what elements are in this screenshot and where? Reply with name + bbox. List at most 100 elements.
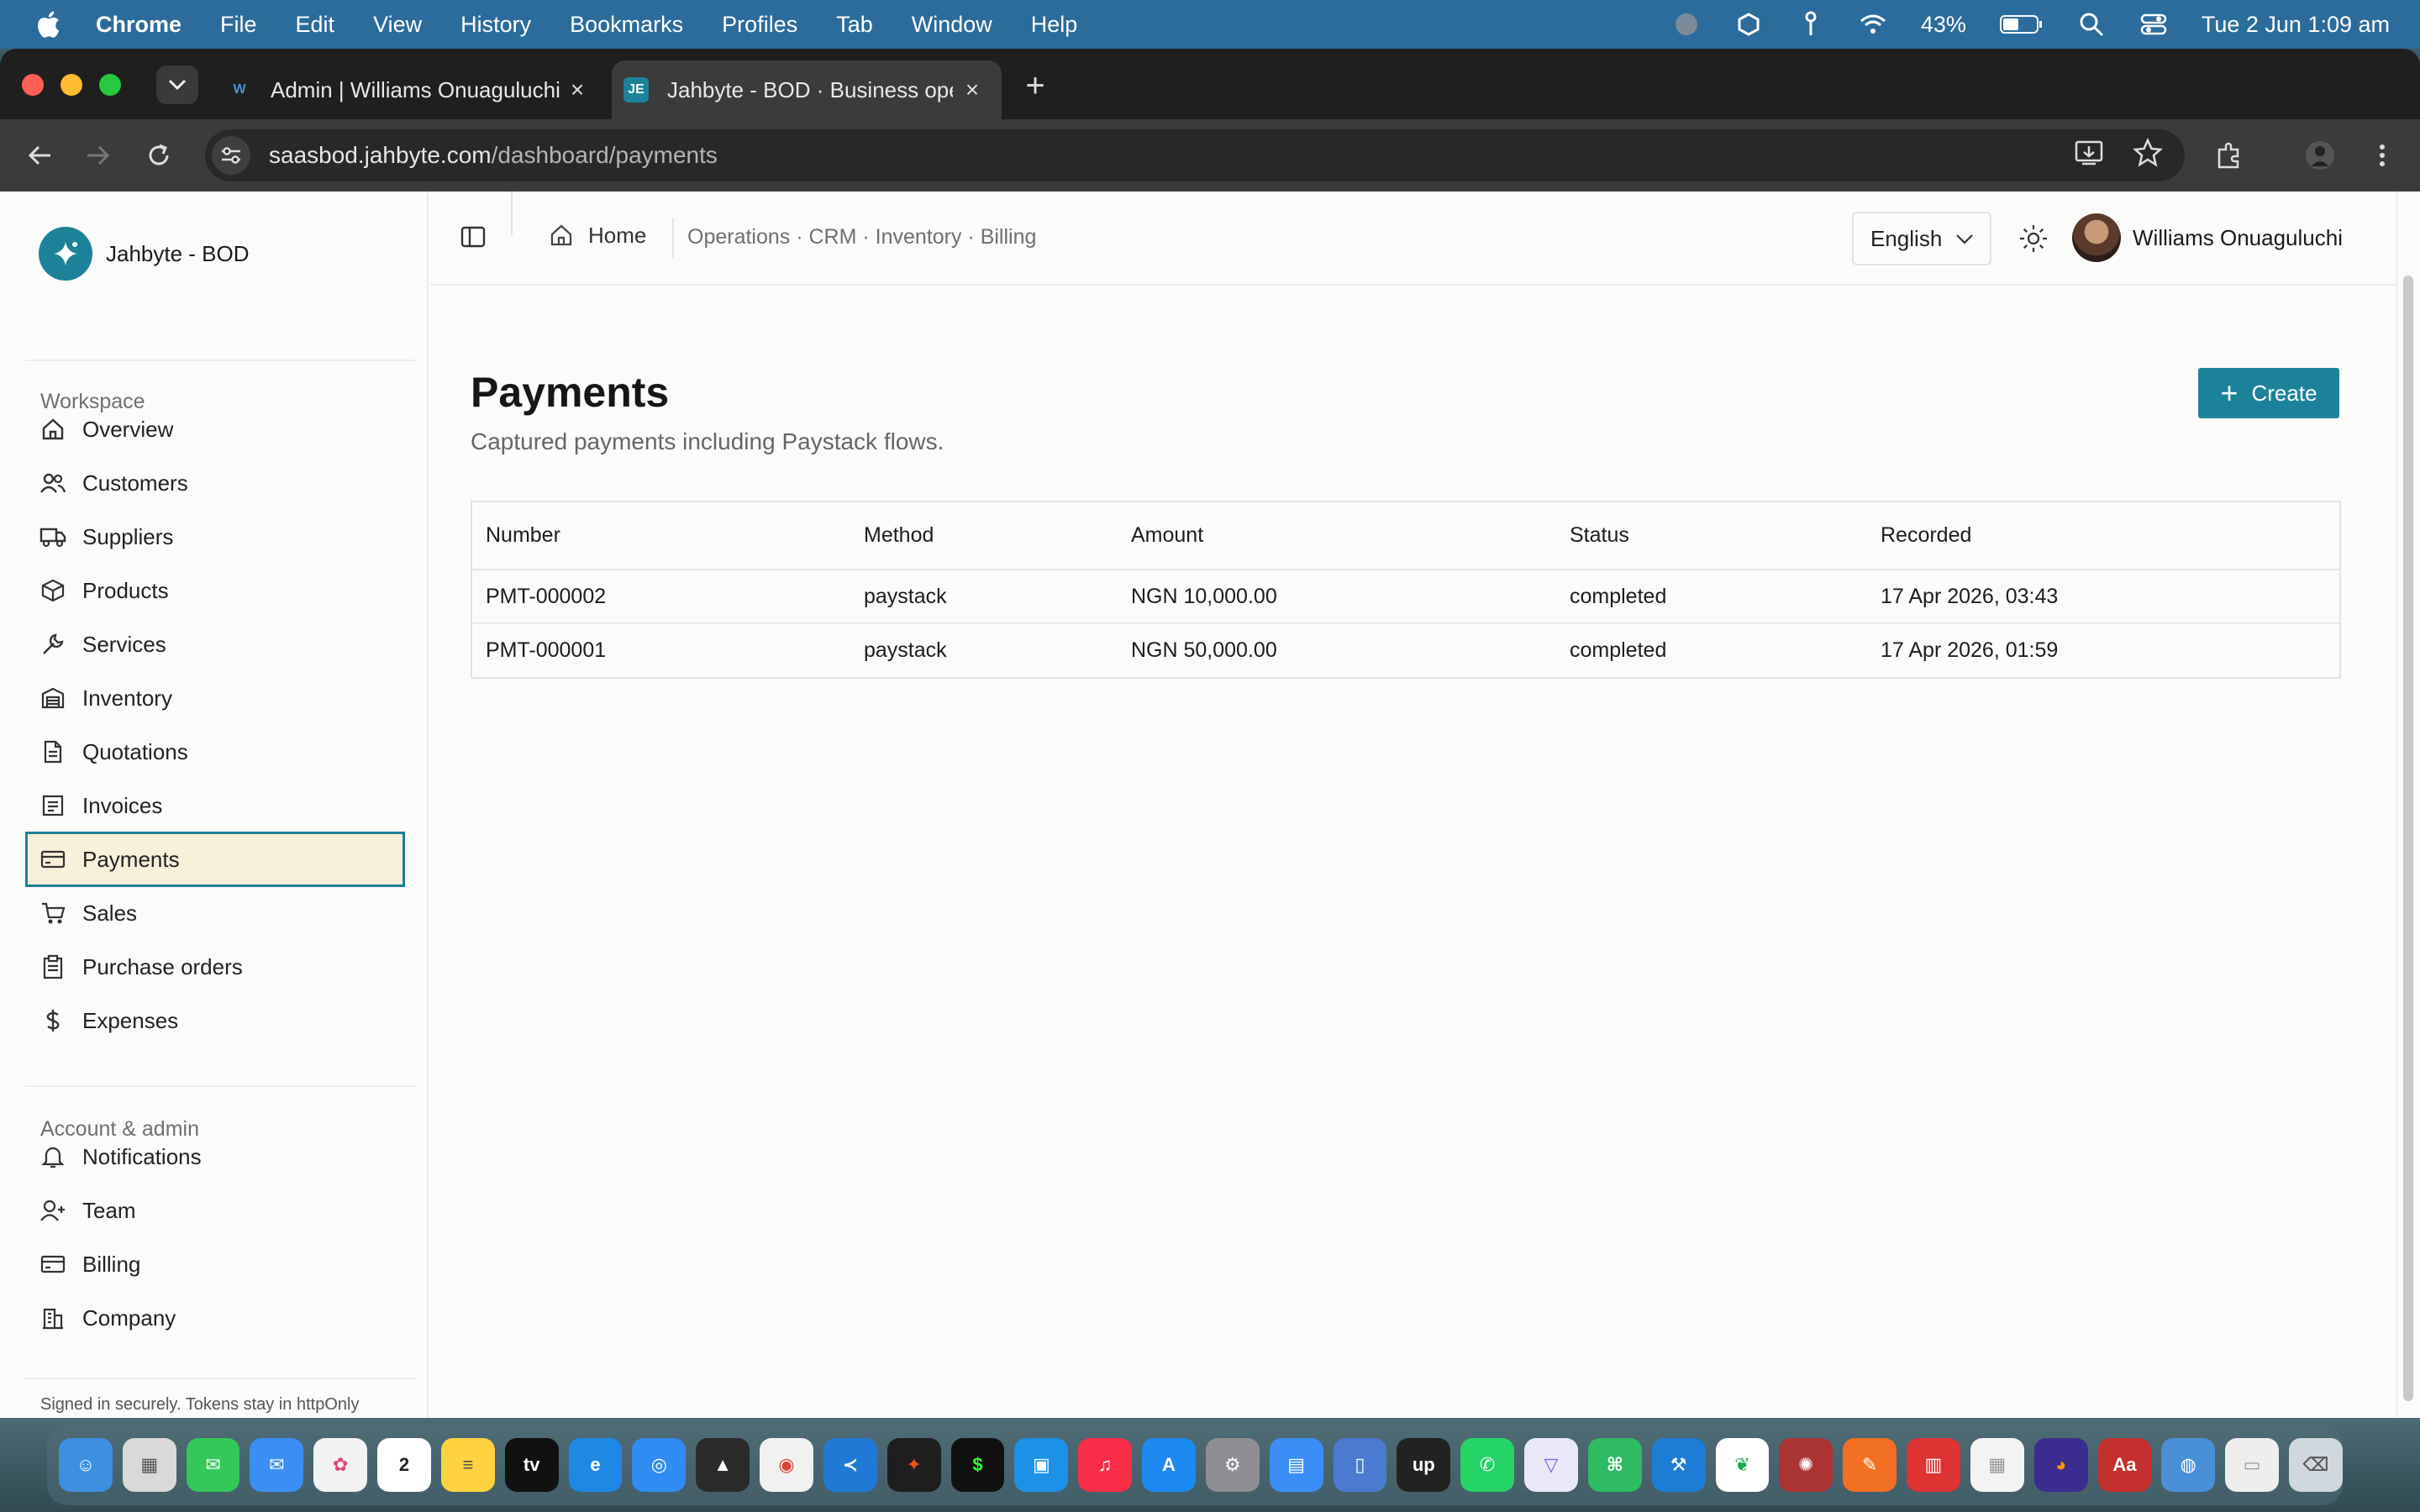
menu-profiles[interactable]: Profiles xyxy=(722,12,797,38)
apple-tv-icon[interactable]: tv xyxy=(504,1438,559,1492)
spreadsheet-app-icon[interactable]: ▦ xyxy=(1970,1438,2024,1492)
tab-search-button[interactable] xyxy=(156,66,198,104)
figma-icon[interactable]: ✦ xyxy=(886,1438,941,1492)
xcode-icon[interactable]: ⚒ xyxy=(1651,1438,1706,1492)
browser-tab-jahbyte[interactable]: JE Jahbyte - BOD · Business ope × xyxy=(612,60,1002,119)
bookmark-star-icon[interactable] xyxy=(2132,137,2164,172)
firefox-icon[interactable]: ◕ xyxy=(2033,1438,2088,1492)
notes-icon[interactable]: ≡ xyxy=(440,1438,495,1492)
breadcrumb-home[interactable]: Home xyxy=(548,222,646,249)
proton-vpn-icon[interactable]: ▽ xyxy=(1524,1438,1578,1492)
document-stack-icon[interactable]: ▭ xyxy=(2225,1438,2279,1492)
theme-toggle-sun-icon[interactable] xyxy=(2018,223,2049,254)
menu-app-name[interactable]: Chrome xyxy=(96,12,182,38)
sidebar-item-expenses[interactable]: Expenses xyxy=(25,993,405,1048)
mongodb-icon[interactable]: ❦ xyxy=(1715,1438,1770,1492)
reload-icon[interactable] xyxy=(141,138,176,173)
trash-icon[interactable]: ⌫ xyxy=(2288,1438,2343,1492)
system-settings-icon[interactable]: ⚙ xyxy=(1205,1438,1260,1492)
create-button[interactable]: + Create xyxy=(2198,368,2339,418)
back-arrow-icon[interactable] xyxy=(22,138,57,173)
site-settings-icon[interactable] xyxy=(212,136,250,175)
new-tab-plus-icon[interactable]: + xyxy=(1022,67,1049,104)
menu-file[interactable]: File xyxy=(220,12,257,38)
sidebar-item-overview[interactable]: Overview xyxy=(25,402,405,457)
files-icon[interactable]: ▤ xyxy=(1269,1438,1323,1492)
sidebar-item-team[interactable]: Team xyxy=(25,1183,405,1238)
whatsapp-icon[interactable]: ✆ xyxy=(1460,1438,1515,1492)
accessibility-status-icon[interactable] xyxy=(1797,10,1825,39)
menu-bookmarks[interactable]: Bookmarks xyxy=(570,12,683,38)
column-header-recorded[interactable]: Recorded xyxy=(1867,502,2339,570)
vscode-icon[interactable]: ≺ xyxy=(823,1438,877,1492)
cube-status-icon[interactable] xyxy=(1734,10,1763,39)
sidebar-item-suppliers[interactable]: Suppliers xyxy=(25,509,405,564)
network-app-icon[interactable]: ⌘ xyxy=(1587,1438,1642,1492)
column-header-amount[interactable]: Amount xyxy=(1118,502,1556,570)
menu-help[interactable]: Help xyxy=(1031,12,1078,38)
menu-history[interactable]: History xyxy=(460,12,531,38)
sidebar-item-quotations[interactable]: Quotations xyxy=(25,724,405,780)
minimize-window-button[interactable] xyxy=(60,74,82,96)
pencil-app-icon[interactable]: ✎ xyxy=(1843,1438,1897,1492)
menu-window[interactable]: Window xyxy=(912,12,992,38)
install-app-icon[interactable] xyxy=(2074,138,2104,172)
wifi-icon[interactable] xyxy=(1859,10,1887,39)
apple-icon[interactable] xyxy=(34,10,62,39)
archive-app-icon[interactable]: ▥ xyxy=(1907,1438,1960,1492)
spotlight-search-icon[interactable] xyxy=(2077,10,2106,39)
sidebar-item-payments[interactable]: Payments xyxy=(25,832,405,887)
accessibility-app-icon[interactable]: ✺ xyxy=(1779,1438,1833,1492)
profile-avatar-icon[interactable] xyxy=(2302,138,2338,173)
sidebar-item-customers[interactable]: Customers xyxy=(25,455,405,511)
user-avatar[interactable] xyxy=(2072,213,2121,262)
music-icon[interactable]: ♫ xyxy=(1078,1438,1133,1492)
finder-icon[interactable]: ☺ xyxy=(59,1438,113,1492)
close-window-button[interactable] xyxy=(22,74,44,96)
column-header-status[interactable]: Status xyxy=(1556,502,1867,570)
chrome-icon[interactable]: ◉ xyxy=(760,1438,813,1492)
table-row[interactable]: PMT-000002 paystack NGN 10,000.00 comple… xyxy=(472,570,2339,624)
sidebar-item-invoices[interactable]: Invoices xyxy=(25,778,405,833)
brand[interactable]: Jahbyte - BOD xyxy=(39,227,250,281)
messages-icon[interactable]: ✉ xyxy=(186,1438,240,1492)
close-tab-icon[interactable]: × xyxy=(565,76,590,102)
app-store-icon[interactable]: A xyxy=(1142,1438,1196,1492)
safari-icon[interactable]: ◎ xyxy=(632,1438,687,1492)
sidebar-item-notifications[interactable]: Notifications xyxy=(25,1129,405,1184)
launchpad-icon[interactable]: ▦ xyxy=(122,1438,176,1492)
storage-app-icon[interactable]: ◍ xyxy=(2161,1438,2216,1492)
edge-icon[interactable]: e xyxy=(568,1438,623,1492)
docker-icon[interactable]: ▣ xyxy=(1014,1438,1069,1492)
chrome-menu-icon[interactable] xyxy=(2365,138,2400,173)
menu-edit[interactable]: Edit xyxy=(296,12,335,38)
calendar-icon[interactable]: 2 xyxy=(377,1438,431,1492)
sidebar-item-purchase-orders[interactable]: Purchase orders xyxy=(25,939,405,995)
column-header-number[interactable]: Number xyxy=(472,502,850,570)
terminal-icon[interactable]: $ xyxy=(950,1438,1005,1492)
address-bar[interactable]: saasbod.jahbyte.com/dashboard/payments xyxy=(205,129,2185,181)
battery-icon[interactable] xyxy=(1999,10,2044,39)
zoom-window-button[interactable] xyxy=(99,74,121,96)
dictionary-icon[interactable]: Aa xyxy=(2097,1438,2152,1492)
language-select[interactable]: English xyxy=(1852,212,1991,265)
browser-tab-admin[interactable]: W Admin | Williams Onuaguluchi × xyxy=(212,60,607,119)
user-name[interactable]: Williams Onuaguluchi xyxy=(2133,225,2343,251)
sidebar-toggle-icon[interactable] xyxy=(460,225,487,252)
sidebar-item-inventory[interactable]: Inventory xyxy=(25,670,405,726)
upwork-icon[interactable]: up xyxy=(1397,1438,1451,1492)
extensions-puzzle-icon[interactable] xyxy=(2212,138,2247,173)
mail-icon[interactable]: ✉ xyxy=(250,1438,304,1492)
forward-arrow-icon[interactable] xyxy=(81,138,116,173)
simulator-icon[interactable]: ▯ xyxy=(1333,1438,1387,1492)
close-tab-icon[interactable]: × xyxy=(960,76,985,102)
table-row[interactable]: PMT-000001 paystack NGN 50,000.00 comple… xyxy=(472,623,2339,677)
cursor-app-icon[interactable]: ▲ xyxy=(696,1438,750,1492)
control-center-icon[interactable] xyxy=(2139,10,2168,39)
sidebar-item-products[interactable]: Products xyxy=(25,563,405,618)
photos-icon[interactable]: ✿ xyxy=(313,1438,368,1492)
menu-tab[interactable]: Tab xyxy=(836,12,873,38)
sidebar-item-company[interactable]: Company xyxy=(25,1290,405,1346)
sidebar-item-services[interactable]: Services xyxy=(25,617,405,672)
menubar-clock[interactable]: Tue 2 Jun 1:09 am xyxy=(2202,12,2390,38)
